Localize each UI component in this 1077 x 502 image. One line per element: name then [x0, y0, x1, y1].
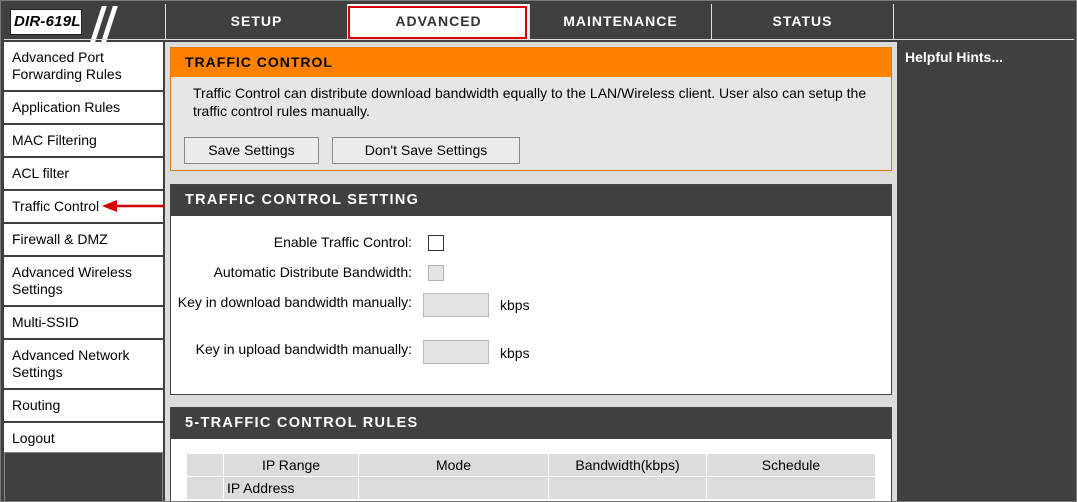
section-title: TRAFFIC CONTROL — [171, 48, 891, 77]
section-title: 5-TRAFFIC CONTROL RULES — [171, 408, 891, 439]
enable-traffic-control-checkbox[interactable] — [428, 235, 444, 251]
section-title: TRAFFIC CONTROL SETTING — [171, 185, 891, 216]
table-header-mode: Mode — [358, 453, 549, 477]
section-description: Traffic Control can distribute download … — [193, 85, 867, 119]
tab-maintenance[interactable]: MAINTENANCE — [529, 4, 711, 39]
download-bandwidth-input[interactable] — [423, 293, 489, 317]
auto-distribute-label: Automatic Distribute Bandwidth: — [213, 264, 412, 280]
brand-logo: DIR-619L — [4, 4, 162, 42]
ip-address-label: IP Address — [223, 476, 359, 500]
sidebar-item-mac-filtering[interactable]: MAC Filtering — [4, 125, 163, 158]
tab-setup[interactable]: SETUP — [165, 4, 347, 39]
sidebar-item-multi-ssid[interactable]: Multi-SSID — [4, 307, 163, 340]
upload-bandwidth-input[interactable] — [423, 340, 489, 364]
rules-table: IP Range Mode Bandwidth(kbps) Schedule I… — [186, 453, 876, 500]
active-tab-highlight — [348, 6, 527, 39]
main-content: TRAFFIC CONTROL Traffic Control can dist… — [165, 42, 897, 501]
sidebar-item-acl-filter[interactable]: ACL filter — [4, 158, 163, 191]
upload-unit: kbps — [500, 345, 530, 361]
sidebar-item-advanced-wireless[interactable]: Advanced Wireless Settings — [4, 257, 163, 307]
table-header-row: IP Range Mode Bandwidth(kbps) Schedule — [186, 453, 876, 477]
sidebar-item-routing[interactable]: Routing — [4, 390, 163, 423]
table-cell — [706, 476, 876, 500]
table-header-ip-range: IP Range — [223, 453, 359, 477]
traffic-control-rules-panel: 5-TRAFFIC CONTROL RULES IP Range Mode Ba… — [170, 407, 892, 501]
save-settings-button[interactable]: Save Settings — [184, 137, 319, 164]
dont-save-settings-button[interactable]: Don't Save Settings — [332, 137, 520, 164]
sidebar-filler — [4, 452, 163, 501]
sidebar-item-port-forwarding[interactable]: Advanced Port Forwarding Rules — [4, 42, 163, 92]
hints-title: Helpful Hints... — [905, 49, 1003, 65]
download-bandwidth-label: Key in download bandwidth manually: — [177, 294, 412, 310]
hints-panel: Helpful Hints... — [899, 42, 1074, 501]
table-cell — [358, 476, 549, 500]
sidebar-item-application-rules[interactable]: Application Rules — [4, 92, 163, 125]
router-admin-page: DIR-619L SETUP ADVANCED MAINTENANCE STAT… — [0, 0, 1077, 502]
traffic-control-setting-panel: TRAFFIC CONTROL SETTING Enable Traffic C… — [170, 184, 892, 395]
table-row: IP Address — [186, 476, 876, 500]
tab-status[interactable]: STATUS — [711, 4, 893, 39]
auto-distribute-checkbox[interactable] — [428, 265, 444, 281]
table-cell — [548, 476, 707, 500]
table-header-bandwidth: Bandwidth(kbps) — [548, 453, 707, 477]
model-name: DIR-619L — [14, 13, 81, 30]
upload-bandwidth-label: Key in upload bandwidth manually: — [195, 341, 412, 357]
model-badge: DIR-619L — [10, 9, 82, 35]
table-cell — [186, 476, 224, 500]
header-divider — [4, 39, 1074, 40]
tab-spacer — [893, 4, 1074, 39]
sidebar-item-advanced-network[interactable]: Advanced Network Settings — [4, 340, 163, 390]
download-unit: kbps — [500, 297, 530, 313]
traffic-control-panel: TRAFFIC CONTROL Traffic Control can dist… — [170, 47, 892, 171]
sidebar-item-firewall-dmz[interactable]: Firewall & DMZ — [4, 224, 163, 257]
table-header-cell — [186, 453, 224, 477]
annotation-arrow-icon — [102, 200, 165, 212]
table-header-schedule: Schedule — [706, 453, 876, 477]
enable-traffic-control-label: Enable Traffic Control: — [273, 234, 412, 250]
